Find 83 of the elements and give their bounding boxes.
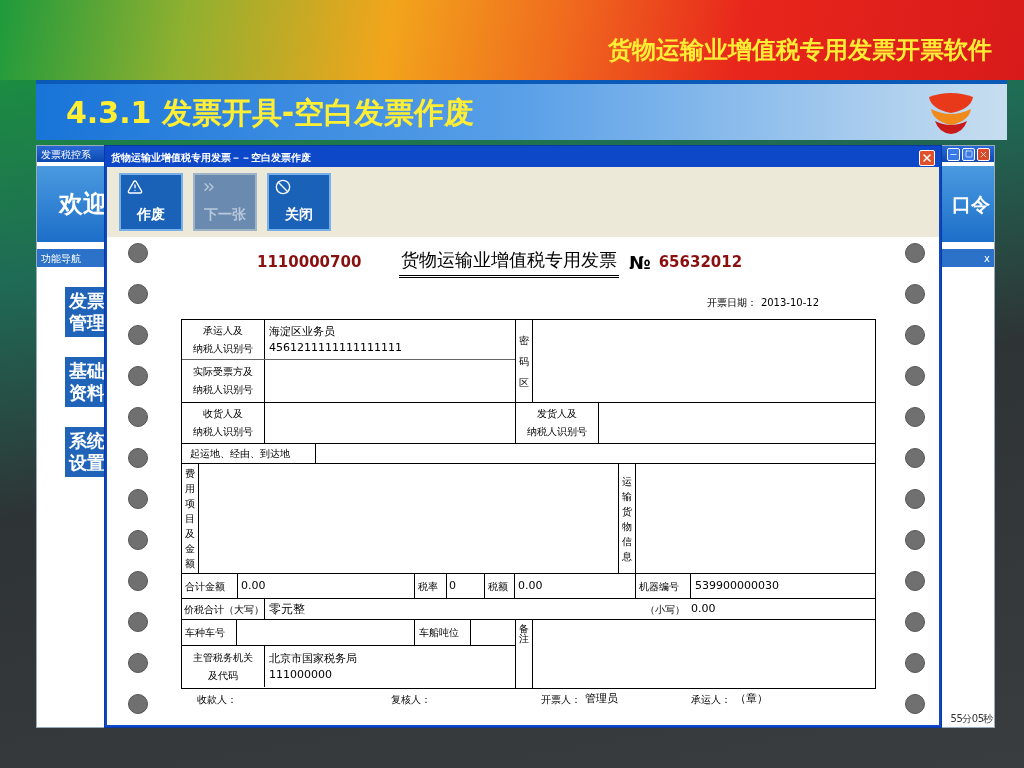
field-label: 承运人及 纳税人识别号: [192, 323, 254, 356]
punch-hole: [905, 653, 925, 673]
punch-hole: [128, 530, 148, 550]
field-label: 费用项目及金额: [185, 467, 195, 571]
signature-label: 开票人：: [541, 692, 581, 707]
field-label: 备注: [519, 624, 529, 646]
field-label: 实际受票方及 纳税人识别号: [192, 365, 254, 397]
field-value: 零元整: [269, 601, 305, 618]
field-value: 0.00: [691, 600, 716, 617]
dialog-title: 货物运输业增值税专用发票－－空白发票作废: [111, 151, 311, 165]
signature-label: 收款人：: [197, 692, 237, 707]
punch-hole: [905, 448, 925, 468]
punch-hole: [128, 243, 148, 263]
nav-title: 功能导航: [41, 251, 81, 266]
elapsed-time: 55分05秒: [950, 711, 993, 726]
field-label: （小写）: [645, 602, 685, 617]
punch-hole: [905, 366, 925, 386]
close-button[interactable]: [977, 147, 990, 161]
field-value: 539900000030: [695, 577, 779, 594]
field-label: 税额: [488, 579, 508, 594]
punch-hole: [128, 612, 148, 632]
field-value: 海淀区业务员: [269, 323, 336, 340]
punch-hole: [905, 694, 925, 714]
punch-hole: [905, 325, 925, 345]
punch-hole: [128, 489, 148, 509]
field-label: 密码区: [519, 333, 529, 390]
field-value: 0.00: [241, 577, 266, 594]
close-icon: [979, 149, 988, 159]
field-label: 税率: [418, 579, 438, 594]
window-title: 发票税控系: [41, 147, 91, 162]
field-label: 车船吨位: [419, 626, 459, 640]
punch-hole: [128, 694, 148, 714]
punch-hole: [905, 243, 925, 263]
punch-hole: [128, 407, 148, 427]
punch-hole: [128, 653, 148, 673]
toolbar-button[interactable]: 关闭: [267, 173, 331, 231]
field-label: 价税合计（大写）: [184, 602, 264, 617]
maximize-button[interactable]: [962, 147, 975, 161]
punch-hole: [128, 366, 148, 386]
punch-hole: [905, 612, 925, 632]
field-value: 4561211111111111111: [269, 339, 402, 356]
invoice-title: 货物运输业增值税专用发票: [400, 248, 618, 272]
field-label: 主管税务机关 及代码: [192, 650, 254, 683]
signature-label: 承运人：: [691, 692, 731, 707]
field-label: 发货人及 纳税人识别号: [526, 407, 588, 439]
field-label: 合计金额: [185, 579, 225, 594]
field-label: 收货人及 纳税人识别号: [192, 407, 254, 439]
signature-label: 复核人：: [391, 692, 431, 707]
welcome-text: 欢迎: [59, 189, 107, 220]
punch-hole: [905, 407, 925, 427]
field-value: 0: [449, 577, 456, 594]
field-value: 北京市国家税务局: [269, 650, 357, 667]
field-label: 车种车号: [185, 626, 225, 640]
close-mark: x: [984, 251, 990, 266]
punch-hole: [128, 448, 148, 468]
warning-icon: [127, 179, 143, 195]
section-title: 4.3.1 发票开具-空白发票作废: [66, 93, 475, 132]
punch-hole: [905, 571, 925, 591]
punch-hole: [128, 284, 148, 304]
minimize-button[interactable]: [947, 147, 960, 161]
slide-header: 货物运输业增值税专用发票开票软件: [608, 35, 992, 66]
field-label: 起运地、经由、到达地: [190, 447, 290, 461]
punch-hole: [905, 489, 925, 509]
field-label: 运输货物信息: [622, 474, 632, 564]
invoice-date: 2013-10-12: [760, 296, 819, 310]
maximize-icon: [964, 150, 973, 158]
invoice-number: 65632012: [658, 251, 743, 273]
field-value: 111000000: [269, 666, 333, 683]
close-icon: [921, 151, 933, 164]
invoice-code: 1110000700: [257, 251, 363, 273]
punch-hole: [905, 530, 925, 550]
punch-hole: [128, 325, 148, 345]
number-sign: №: [629, 250, 651, 275]
field-label: 机器编号: [639, 579, 679, 594]
close-button[interactable]: [919, 149, 935, 166]
punch-hole: [905, 284, 925, 304]
date-label: 开票日期：: [706, 296, 757, 310]
signature-value: （章）: [735, 690, 768, 707]
prohibited-icon: [275, 179, 291, 195]
signature-value: 管理员: [585, 690, 618, 707]
toolbar-button[interactable]: 作废: [119, 173, 183, 231]
punch-hole: [128, 571, 148, 591]
field-value: 0.00: [518, 577, 543, 594]
